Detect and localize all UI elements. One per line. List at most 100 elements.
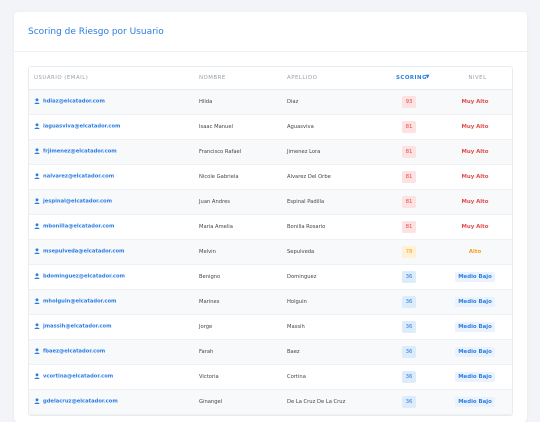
user-email-link[interactable]: fbaez@elcatador.com — [43, 349, 105, 355]
header-nombre[interactable]: NOMBRE — [194, 67, 282, 90]
user-email-link[interactable]: mbonilla@elcatador.com — [43, 224, 114, 230]
table-row[interactable]: jmassih@elcatador.com Jorge Massih 36 Medio … — [29, 314, 512, 340]
user-icon — [34, 98, 40, 105]
user-icon — [34, 298, 40, 305]
score-badge: 36 — [402, 345, 416, 358]
user-icon — [34, 273, 40, 280]
user-email-link[interactable]: bdominguez@elcatador.com — [43, 274, 125, 280]
risk-level-label: Medio Bajo — [455, 271, 495, 282]
risk-level-label: Medio Bajo — [455, 321, 495, 332]
table-row[interactable]: mbonilla@elcatador.com Maria Amelia Bonill… — [29, 214, 512, 240]
cell-scoring: 36 — [382, 314, 436, 340]
cell-usuario: fbaez@elcatador.com — [29, 339, 194, 365]
risk-level-label: Medio Bajo — [455, 371, 495, 382]
cell-usuario: bdominguez@elcatador.com — [29, 264, 194, 290]
header-nivel[interactable]: NIVEL — [436, 67, 512, 90]
user-email-link[interactable]: jespinal@elcatador.com — [43, 199, 112, 205]
sort-desc-icon[interactable]: ▼ — [426, 74, 430, 80]
user-email-link[interactable]: jmassih@elcatador.com — [43, 324, 111, 330]
table-row[interactable]: mholguin@elcatador.com Marines Holguin 36 Me… — [29, 289, 512, 315]
score-badge: 36 — [402, 270, 416, 283]
cell-apellido: Diaz — [282, 89, 382, 115]
score-badge: 81 — [402, 220, 416, 233]
cell-nivel: Muy Alto — [436, 139, 512, 165]
cell-apellido: Jimenez Lora — [282, 139, 382, 165]
user-email-link[interactable]: hdiaz@elcatador.com — [43, 99, 105, 105]
cell-nivel: Alto — [436, 239, 512, 265]
card-header: Scoring de Riesgo por Usuario — [14, 12, 527, 52]
user-email-link[interactable]: frjimenez@elcatador.com — [43, 149, 117, 155]
cell-scoring: 81 — [382, 189, 436, 215]
cell-nombre: Hilda — [194, 89, 282, 115]
table-row[interactable]: gdelacruz@elcatador.com Ginangel De La Cru… — [29, 389, 512, 415]
user-email-link[interactable]: vcortina@elcatador.com — [43, 374, 113, 380]
user-icon — [34, 148, 40, 155]
user-email-link[interactable]: gdelacruz@elcatador.com — [43, 399, 118, 405]
cell-nivel: Muy Alto — [436, 214, 512, 240]
cell-nivel: Medio Bajo — [436, 389, 512, 415]
cell-nivel: Muy Alto — [436, 164, 512, 190]
user-email-link[interactable]: mholguin@elcatador.com — [43, 299, 116, 305]
cell-nombre: Nicole Gabriela — [194, 164, 282, 190]
header-scoring[interactable]: SCORING ▼ — [382, 67, 436, 90]
cell-nombre: Melvin — [194, 239, 282, 265]
cell-usuario: nalvarez@elcatador.com — [29, 164, 194, 190]
cell-scoring: 36 — [382, 339, 436, 365]
user-icon — [34, 223, 40, 230]
cell-nivel: Muy Alto — [436, 189, 512, 215]
risk-level-label: Medio Bajo — [455, 346, 495, 357]
cell-scoring: 36 — [382, 289, 436, 315]
cell-nivel: Muy Alto — [436, 89, 512, 115]
header-row: USUARIO (EMAIL) NOMBRE APELLIDO SCORING … — [29, 67, 512, 90]
cell-usuario: frjimenez@elcatador.com — [29, 139, 194, 165]
cell-usuario: vcortina@elcatador.com — [29, 364, 194, 390]
cell-apellido: Sepulveda — [282, 239, 382, 265]
risk-level-label: Alto — [468, 248, 482, 255]
score-badge: 36 — [402, 295, 416, 308]
cell-nombre: Francisco Rafael — [194, 139, 282, 165]
score-badge: 81 — [402, 120, 416, 133]
user-icon — [34, 248, 40, 255]
table-row[interactable]: frjimenez@elcatador.com Francisco Rafael J… — [29, 139, 512, 165]
score-badge: 81 — [402, 170, 416, 183]
user-email-link[interactable]: nalvarez@elcatador.com — [43, 174, 114, 180]
user-email-link[interactable]: iaguasviva@elcatador.com — [43, 124, 120, 130]
cell-apellido: Alvarez Del Orbe — [282, 164, 382, 190]
cell-nombre: Maria Amelia — [194, 214, 282, 240]
user-icon — [34, 373, 40, 380]
risk-level-label: Medio Bajo — [455, 296, 495, 307]
table-row[interactable]: nalvarez@elcatador.com Nicole Gabriela Alv… — [29, 164, 512, 190]
cell-apellido: Baez — [282, 339, 382, 365]
cell-nombre: Isaac Manuel — [194, 114, 282, 140]
table-row[interactable]: hdiaz@elcatador.com Hilda Diaz 93 Muy Alto — [29, 89, 512, 115]
cell-apellido: Aguasviva — [282, 114, 382, 140]
table-row[interactable]: msepulveda@elcatador.com Melvin Sepulveda 7… — [29, 239, 512, 265]
table-body: hdiaz@elcatador.com Hilda Diaz 93 Muy Alto ia… — [29, 89, 512, 415]
table-row[interactable]: iaguasviva@elcatador.com Isaac Manuel Agua… — [29, 114, 512, 140]
table-row[interactable]: jespinal@elcatador.com Juan Andres Espinal… — [29, 189, 512, 215]
cell-apellido: De La Cruz De La Cruz — [282, 389, 382, 415]
card-title: Scoring de Riesgo por Usuario — [28, 27, 164, 37]
cell-apellido: Dominguez — [282, 264, 382, 290]
user-email-link[interactable]: msepulveda@elcatador.com — [43, 249, 124, 255]
cell-apellido: Cortina — [282, 364, 382, 390]
risk-level-label: Medio Bajo — [455, 396, 495, 407]
risk-table-container: USUARIO (EMAIL) NOMBRE APELLIDO SCORING … — [28, 66, 513, 416]
header-apellido[interactable]: APELLIDO — [282, 67, 382, 90]
score-badge: 81 — [402, 145, 416, 158]
table-row[interactable]: bdominguez@elcatador.com Benigno Dominguez… — [29, 264, 512, 290]
cell-nivel: Medio Bajo — [436, 289, 512, 315]
cell-apellido: Holguin — [282, 289, 382, 315]
cell-scoring: 81 — [382, 114, 436, 140]
header-usuario[interactable]: USUARIO (EMAIL) — [29, 67, 194, 90]
cell-scoring: 36 — [382, 264, 436, 290]
score-badge: 36 — [402, 370, 416, 383]
table-row[interactable]: fbaez@elcatador.com Farah Baez 36 Medio Bajo — [29, 339, 512, 365]
cell-scoring: 36 — [382, 364, 436, 390]
user-icon — [34, 198, 40, 205]
cell-nivel: Medio Bajo — [436, 264, 512, 290]
risk-table: USUARIO (EMAIL) NOMBRE APELLIDO SCORING … — [29, 67, 512, 415]
table-row[interactable]: vcortina@elcatador.com Victoria Cortina 36 M… — [29, 364, 512, 390]
risk-level-label: Muy Alto — [461, 223, 489, 230]
cell-usuario: mbonilla@elcatador.com — [29, 214, 194, 240]
